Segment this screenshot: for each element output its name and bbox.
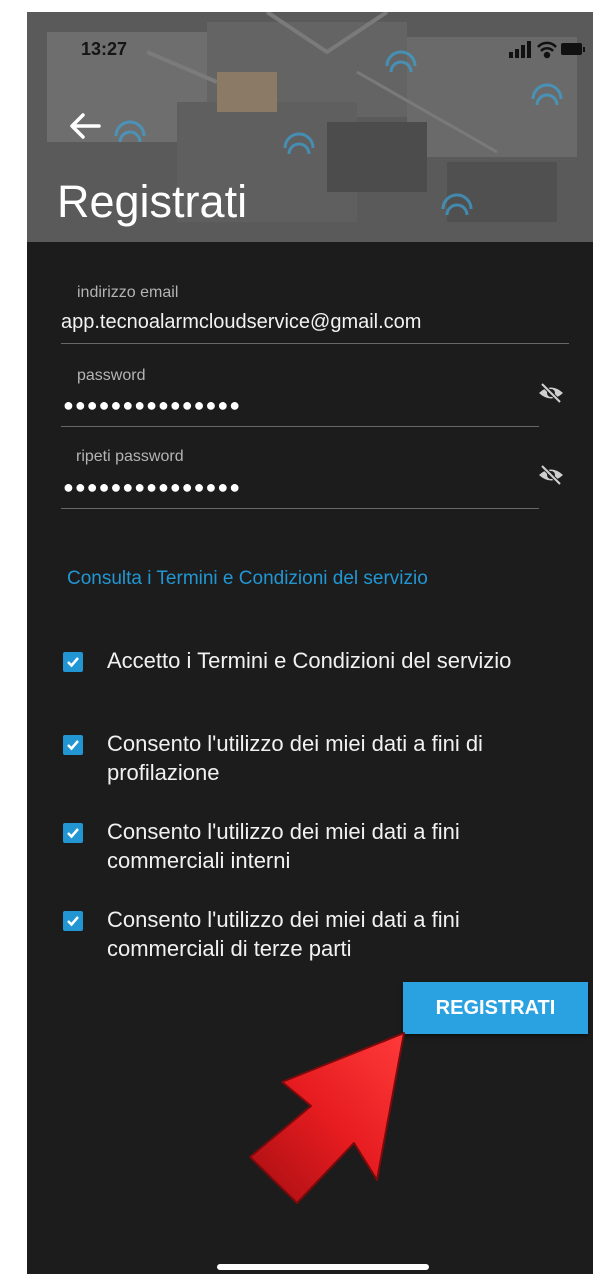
checkmark-icon bbox=[67, 657, 79, 668]
eye-off-icon[interactable] bbox=[536, 382, 566, 404]
consent-terms-row[interactable]: Accetto i Termini e Condizioni del servi… bbox=[63, 646, 583, 675]
home-indicator bbox=[217, 1264, 429, 1270]
consent-third-party-checkbox[interactable] bbox=[63, 911, 83, 931]
consent-third-party-label: Consento l'utilizzo dei miei dati a fini… bbox=[107, 907, 460, 961]
register-button[interactable]: REGISTRATI bbox=[403, 982, 588, 1034]
red-arrow-icon bbox=[249, 1032, 405, 1204]
email-underline bbox=[61, 343, 569, 344]
repeat-password-field[interactable]: ●●●●●●●●●●●●●●● bbox=[63, 477, 241, 498]
password-underline bbox=[61, 426, 539, 427]
consent-profiling-label: Consento l'utilizzo dei miei dati a fini… bbox=[107, 731, 483, 785]
status-bar: 13:27 bbox=[27, 12, 593, 72]
password-field[interactable]: ●●●●●●●●●●●●●●● bbox=[63, 395, 241, 416]
email-field[interactable]: app.tecnoalarmcloudservice@gmail.com bbox=[61, 311, 421, 334]
consent-terms-checkbox[interactable] bbox=[63, 652, 83, 672]
email-field-label: indirizzo email bbox=[77, 284, 179, 301]
status-icons bbox=[509, 41, 585, 59]
signal-icon bbox=[509, 41, 531, 58]
consent-third-party-row[interactable]: Consento l'utilizzo dei miei dati a fini… bbox=[63, 905, 583, 963]
consent-terms-label: Accetto i Termini e Condizioni del servi… bbox=[107, 648, 512, 673]
checkmark-icon bbox=[67, 740, 79, 751]
checkmark-icon bbox=[67, 828, 79, 839]
consent-profiling-row[interactable]: Consento l'utilizzo dei miei dati a fini… bbox=[63, 729, 583, 787]
page-title: Registrati bbox=[57, 176, 248, 227]
terms-link[interactable]: Consulta i Termini e Condizioni del serv… bbox=[67, 568, 428, 590]
repeat-password-underline bbox=[61, 508, 539, 509]
wifi-icon bbox=[537, 41, 557, 59]
password-field-label: password bbox=[77, 367, 146, 384]
battery-icon bbox=[561, 43, 585, 55]
consent-internal-marketing-row[interactable]: Consento l'utilizzo dei miei dati a fini… bbox=[63, 817, 583, 875]
app-screen: 13:27 Registrati indirizzo email app.tec… bbox=[27, 12, 593, 1274]
checkmark-icon bbox=[67, 916, 79, 927]
back-arrow-icon[interactable] bbox=[67, 111, 103, 141]
header-background-image: 13:27 Registrati bbox=[27, 12, 593, 242]
status-time: 13:27 bbox=[81, 39, 128, 59]
consent-internal-marketing-checkbox[interactable] bbox=[63, 823, 83, 843]
consent-internal-marketing-label: Consento l'utilizzo dei miei dati a fini… bbox=[107, 819, 460, 873]
repeat-password-field-label: ripeti password bbox=[76, 448, 184, 465]
consent-profiling-checkbox[interactable] bbox=[63, 735, 83, 755]
eye-off-icon[interactable] bbox=[536, 464, 566, 486]
